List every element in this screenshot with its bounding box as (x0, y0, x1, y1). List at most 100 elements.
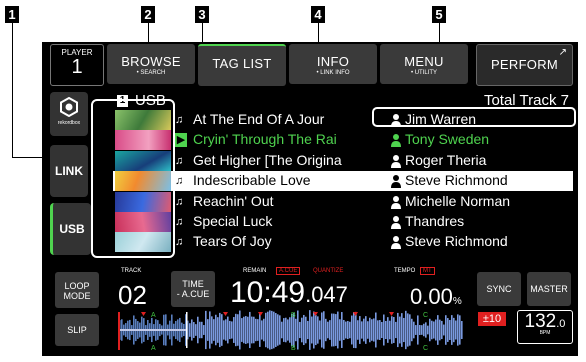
time-display: 10:49.047 (230, 276, 348, 310)
music-note-icon: ♫ (175, 154, 184, 167)
waveform-bar (207, 319, 209, 341)
waveform-bar (223, 320, 225, 340)
waveform-bar (263, 318, 265, 342)
track-row[interactable]: ♫ Get Higher [The Origina Roger Theria (113, 150, 573, 171)
music-note-icon: ♫ (175, 114, 184, 126)
waveform-bar (385, 320, 387, 340)
track-title: Indescribable Love (193, 172, 311, 189)
waveform-bar (443, 324, 445, 336)
waveform-bar (421, 325, 423, 335)
artist-person-icon (391, 134, 401, 148)
sync-button[interactable]: SYNC (477, 272, 521, 306)
link-button[interactable]: LINK (50, 145, 88, 197)
callout-4: 4 (311, 6, 325, 23)
waveform-bar (231, 321, 233, 339)
waveform-bar (331, 313, 333, 347)
tab-menu[interactable]: MENU • UTILITY (380, 44, 468, 84)
artwork-column-highlight (91, 99, 175, 258)
bpm-decimal: .0 (556, 318, 566, 330)
waveform-bar (397, 312, 399, 348)
waveform-bar (417, 315, 419, 345)
callout-1: 1 (5, 6, 19, 23)
tab-info[interactable]: INFO • LINK INFO (289, 44, 377, 84)
artist-person-icon (391, 175, 401, 189)
tempo-range-badge: ±10 (478, 312, 506, 326)
track-row[interactable]: ♫ Special Luck Thandres (113, 212, 573, 232)
waveform-bar (269, 310, 271, 350)
tempo-unit: % (452, 296, 462, 307)
callout-5: 5 (432, 6, 446, 23)
waveform-bar (189, 323, 191, 337)
waveform-bar (277, 314, 279, 346)
waveform-bar (345, 321, 347, 339)
waveform-bar (305, 316, 307, 344)
waveform-bar (351, 315, 353, 345)
track-row[interactable]: ♫ Indescribable Love Steve Richmond (113, 171, 573, 192)
time-mode-line1: TIME (182, 279, 204, 289)
waveform-bar (415, 325, 417, 335)
waveform-bar (239, 310, 241, 350)
waveform-bar (365, 316, 367, 344)
artist-column-highlight (372, 107, 576, 127)
waveform-bar (271, 310, 273, 350)
waveform-bar (245, 316, 247, 344)
waveform-bar (237, 314, 239, 346)
waveform-bar (247, 316, 249, 344)
artist-person-icon (391, 154, 401, 168)
tab-perform-label: PERFORM (490, 57, 559, 72)
quantize-label: QUANTIZE (313, 268, 344, 274)
waveform-bar (227, 316, 229, 344)
music-note-icon: ♫ (175, 216, 184, 228)
waveform-bar (445, 315, 447, 345)
player-number: 1 (71, 56, 83, 78)
tempo-display: 0.00% (410, 284, 462, 310)
loop-mode-line1: LOOP (64, 281, 90, 291)
waveform-bar (279, 315, 281, 345)
track-artist: Steve Richmond (405, 233, 508, 250)
tab-info-label: INFO (316, 54, 350, 69)
loop-mode-button[interactable]: LOOP MODE (55, 272, 99, 308)
music-note-icon: ♫ (175, 236, 184, 249)
waveform-bar (265, 312, 267, 348)
waveform-bar (407, 313, 409, 347)
track-title: Special Luck (193, 213, 273, 229)
waveform-overview[interactable]: A B C A B C (113, 308, 469, 352)
waveform-bar (315, 314, 317, 346)
rekordbox-button[interactable]: rekordbox (50, 92, 88, 136)
track-row[interactable]: ♫ Reachin' Out Michelle Norman (113, 191, 573, 212)
tab-menu-sub: • UTILITY (410, 70, 438, 76)
waveform-bar (363, 318, 365, 342)
tab-perform[interactable]: PERFORM ↗ (476, 44, 573, 86)
hot-cue-label: A (151, 312, 156, 319)
waveform-bar (357, 320, 359, 340)
tab-tag-list[interactable]: TAG LIST (198, 44, 286, 86)
acue-badge: A.CUE (276, 267, 301, 275)
tab-browse[interactable]: BROWSE • SEARCH (107, 44, 195, 84)
callout-3: 3 (195, 6, 209, 23)
waveform-bar (431, 320, 433, 340)
waveform-bar (267, 311, 269, 349)
waveform-bar (307, 320, 309, 340)
waveform-bar (337, 311, 339, 349)
usb-button[interactable]: USB (50, 203, 91, 255)
time-mode-button[interactable]: TIME - A.CUE (171, 271, 215, 307)
hot-cue-label: A (151, 345, 156, 352)
waveform-bar (353, 312, 355, 348)
waveform-bar (379, 320, 381, 340)
tab-menu-label: MENU (404, 54, 444, 69)
music-note-icon: ♫ (175, 195, 184, 208)
expand-icon: ↗ (558, 47, 567, 58)
track-row[interactable]: ♫ Tears Of Joy Steve Richmond (113, 232, 573, 253)
waveform-bar (429, 318, 431, 342)
waveform-bar (299, 321, 301, 339)
master-button[interactable]: MASTER (527, 272, 571, 306)
track-row[interactable]: ▶ Cryin' Through The Rai Tony Sweden (113, 130, 573, 151)
cue-marker (118, 312, 120, 350)
slip-button[interactable]: SLIP (55, 314, 99, 346)
waveform-bar (321, 312, 323, 348)
track-label: TRACK (121, 268, 142, 274)
hot-cue-label: B (291, 345, 296, 352)
waveform-bar (325, 318, 327, 342)
artist-person-icon (391, 216, 401, 229)
tempo-value: 0.00 (410, 284, 453, 309)
